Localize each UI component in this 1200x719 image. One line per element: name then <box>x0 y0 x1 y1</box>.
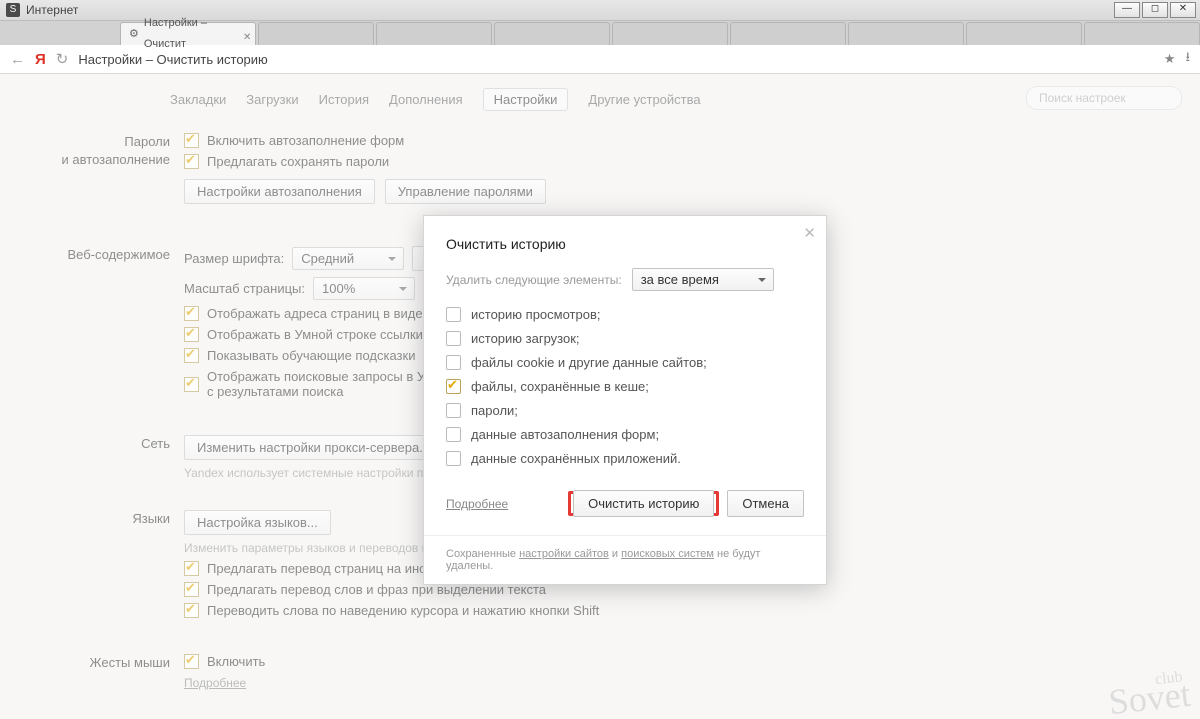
nav-bookmarks[interactable]: Закладки <box>170 92 226 107</box>
gear-icon: ⚙ <box>129 24 139 45</box>
clear-option: историю просмотров; <box>446 307 804 322</box>
address-text[interactable]: Настройки – Очистить историю <box>78 52 1153 67</box>
checkbox[interactable] <box>446 379 461 394</box>
yandex-logo-icon[interactable]: Я <box>35 51 46 68</box>
checkbox-label: Показывать обучающие подсказки <box>207 348 415 363</box>
section-label: Сеть <box>20 435 184 480</box>
checkbox[interactable] <box>184 603 199 618</box>
dialog-title: Очистить историю <box>446 236 804 252</box>
manage-passwords-button[interactable]: Управление паролями <box>385 179 546 204</box>
minimize-button[interactable]: — <box>1114 2 1140 18</box>
clear-option: файлы, сохранённые в кеше; <box>446 379 804 394</box>
checkbox[interactable] <box>184 561 199 576</box>
clear-history-dialog: ✕ Очистить историю Удалить следующие эле… <box>423 215 827 585</box>
clear-option: историю загрузок; <box>446 331 804 346</box>
checkbox[interactable] <box>184 306 199 321</box>
clear-history-button[interactable]: Очистить историю <box>573 490 714 517</box>
checkbox[interactable] <box>446 355 461 370</box>
nav-history[interactable]: История <box>319 92 369 107</box>
tab-inactive[interactable] <box>966 22 1082 45</box>
checkbox-label: данные сохранённых приложений. <box>471 451 681 466</box>
section-label: Жесты мыши <box>20 654 184 690</box>
checkbox-label: Включить <box>207 654 265 669</box>
section-label: Пароли и автозаполнение <box>20 133 184 210</box>
checkbox-label: пароли; <box>471 403 518 418</box>
checkbox[interactable] <box>184 377 199 392</box>
tab-active[interactable]: ⚙ Настройки – Очистит ✕ <box>120 22 256 45</box>
checkbox[interactable] <box>446 451 461 466</box>
font-size-select[interactable]: Средний <box>292 247 404 270</box>
checkbox-label: файлы, сохранённые в кеше; <box>471 379 649 394</box>
section-label: Веб-содержимое <box>20 246 184 405</box>
tab-inactive[interactable] <box>730 22 846 45</box>
more-link[interactable]: Подробнее <box>184 676 246 690</box>
search-engines-link[interactable]: поисковых систем <box>621 548 714 560</box>
app-icon: S <box>6 3 20 17</box>
highlight-box: Очистить историю <box>568 491 719 516</box>
nav-downloads[interactable]: Загрузки <box>246 92 298 107</box>
checkbox-label: историю загрузок; <box>471 331 580 346</box>
window-title: Интернет <box>26 3 78 17</box>
window-controls: — ◻ ✕ <box>1114 2 1196 18</box>
checkbox-label: Включить автозаполнение форм <box>207 133 404 148</box>
clear-option: данные автозаполнения форм; <box>446 427 804 442</box>
tab-inactive[interactable] <box>848 22 964 45</box>
cancel-button[interactable]: Отмена <box>727 490 804 517</box>
tab-inactive[interactable] <box>494 22 610 45</box>
page-zoom-select[interactable]: 100% <box>313 277 415 300</box>
checkbox[interactable] <box>446 403 461 418</box>
checkbox-autofill[interactable] <box>184 133 199 148</box>
tab-inactive[interactable] <box>258 22 374 45</box>
nav-settings[interactable]: Настройки <box>483 88 569 111</box>
more-link[interactable]: Подробнее <box>446 497 508 511</box>
delete-range-label: Удалить следующие элементы: <box>446 273 622 287</box>
checkbox[interactable] <box>184 582 199 597</box>
checkbox-label: историю просмотров; <box>471 307 600 322</box>
dialog-close-icon[interactable]: ✕ <box>803 224 816 242</box>
checkbox[interactable] <box>446 331 461 346</box>
language-settings-button[interactable]: Настройка языков... <box>184 510 331 535</box>
checkbox-label: данные автозаполнения форм; <box>471 427 659 442</box>
checkbox-enable-gestures[interactable] <box>184 654 199 669</box>
page-zoom-label: Масштаб страницы: <box>184 281 305 296</box>
section-passwords: Пароли и автозаполнение Включить автозап… <box>20 133 1180 210</box>
checkbox-label: Переводить слова по наведению курсора и … <box>207 603 599 618</box>
site-settings-link[interactable]: настройки сайтов <box>519 548 609 560</box>
settings-search-input[interactable]: Поиск настроек <box>1026 86 1182 110</box>
checkbox[interactable] <box>446 307 461 322</box>
maximize-button[interactable]: ◻ <box>1142 2 1168 18</box>
tab-inactive[interactable] <box>1084 22 1200 45</box>
nav-other-devices[interactable]: Другие устройства <box>588 92 700 107</box>
tab-strip: ⚙ Настройки – Очистит ✕ <box>0 21 1200 45</box>
autofill-settings-button[interactable]: Настройки автозаполнения <box>184 179 375 204</box>
clear-option: файлы cookie и другие данные сайтов; <box>446 355 804 370</box>
tab-title: Настройки – Очистит <box>144 13 237 55</box>
checkbox-label: файлы cookie и другие данные сайтов; <box>471 355 707 370</box>
proxy-settings-button[interactable]: Изменить настройки прокси-сервера... <box>184 435 443 460</box>
reload-icon[interactable]: ↻ <box>56 50 69 68</box>
checkbox[interactable] <box>446 427 461 442</box>
clear-option: данные сохранённых приложений. <box>446 451 804 466</box>
tab-close-icon[interactable]: ✕ <box>243 27 251 48</box>
checkbox[interactable] <box>184 348 199 363</box>
checkbox[interactable] <box>184 327 199 342</box>
time-range-select[interactable]: за все время <box>632 268 774 291</box>
downloads-icon[interactable]: ⭳ <box>1185 48 1190 70</box>
bookmark-star-icon[interactable]: ★ <box>1164 51 1176 67</box>
dialog-footer: Сохраненные настройки сайтов и поисковых… <box>424 535 826 584</box>
nav-addons[interactable]: Дополнения <box>389 92 463 107</box>
back-icon[interactable]: ← <box>10 51 25 68</box>
clear-option: пароли; <box>446 403 804 418</box>
tab-inactive[interactable] <box>612 22 728 45</box>
section-mouse-gestures: Жесты мыши Включить Подробнее <box>20 654 1180 690</box>
section-label: Языки <box>20 510 184 624</box>
close-window-button[interactable]: ✕ <box>1170 2 1196 18</box>
checkbox-save-passwords[interactable] <box>184 154 199 169</box>
tab-inactive[interactable] <box>376 22 492 45</box>
checkbox-label: Предлагать сохранять пароли <box>207 154 389 169</box>
font-size-label: Размер шрифта: <box>184 251 284 266</box>
